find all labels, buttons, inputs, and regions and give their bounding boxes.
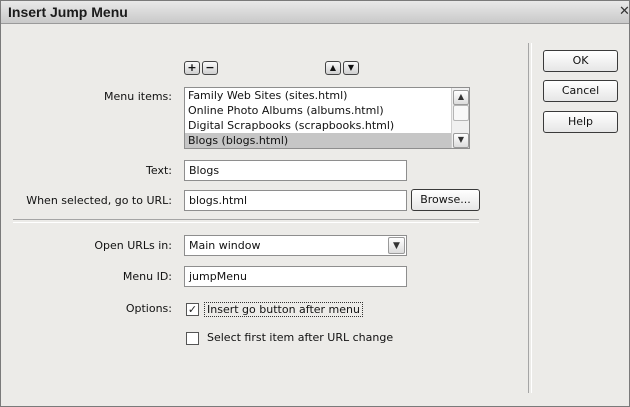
chevron-down-icon[interactable]: ▼	[388, 237, 405, 254]
divider	[13, 219, 479, 223]
add-item-button[interactable]: +	[184, 61, 200, 75]
menu-id-input[interactable]: jumpMenu	[184, 266, 407, 287]
dialog-title: Insert Jump Menu	[8, 4, 128, 20]
text-label: Text:	[146, 164, 172, 177]
go-button-checkbox[interactable]: ✓	[186, 303, 199, 316]
arrow-down-icon: ▼	[347, 63, 355, 72]
scroll-up-icon[interactable]: ▲	[453, 90, 469, 105]
vertical-divider	[528, 43, 532, 393]
url-input[interactable]: blogs.html	[184, 190, 407, 211]
text-input[interactable]: Blogs	[184, 160, 407, 181]
cancel-button[interactable]: Cancel	[543, 80, 618, 102]
list-item[interactable]: Online Photo Albums (albums.html)	[185, 103, 469, 118]
arrow-up-icon: ▲	[329, 63, 337, 72]
select-first-checkbox[interactable]	[186, 332, 199, 345]
title-bar: Insert Jump Menu ✕	[1, 1, 629, 24]
list-item[interactable]: Blogs (blogs.html)	[185, 133, 469, 148]
help-button[interactable]: Help	[543, 111, 618, 133]
select-first-checkbox-label[interactable]: Select first item after URL change	[207, 331, 393, 344]
open-urls-label: Open URLs in:	[94, 239, 172, 252]
open-urls-value: Main window	[189, 239, 261, 252]
list-scrollbar[interactable]: ▲ ▼	[451, 88, 469, 148]
minus-icon: −	[205, 61, 215, 74]
url-label: When selected, go to URL:	[26, 194, 172, 207]
open-urls-select[interactable]: Main window ▼	[184, 235, 407, 256]
scroll-thumb[interactable]	[453, 105, 469, 121]
insert-jump-menu-dialog: Insert Jump Menu ✕ + − ▲ ▼ Menu items: F…	[0, 0, 630, 407]
close-icon[interactable]: ✕	[619, 3, 629, 21]
list-item[interactable]: Family Web Sites (sites.html)	[185, 88, 469, 103]
options-label: Options:	[125, 302, 172, 315]
scroll-down-icon[interactable]: ▼	[453, 133, 469, 148]
menu-items-label: Menu items:	[104, 90, 172, 103]
menu-id-label: Menu ID:	[122, 270, 172, 283]
ok-button[interactable]: OK	[543, 50, 618, 72]
move-up-button[interactable]: ▲	[325, 61, 341, 75]
move-down-button[interactable]: ▼	[343, 61, 359, 75]
go-button-checkbox-label[interactable]: Insert go button after menu	[204, 302, 363, 317]
remove-item-button[interactable]: −	[202, 61, 218, 75]
list-item[interactable]: Digital Scrapbooks (scrapbooks.html)	[185, 118, 469, 133]
browse-button[interactable]: Browse...	[411, 189, 480, 211]
plus-icon: +	[187, 61, 197, 74]
menu-items-list[interactable]: Family Web Sites (sites.html) Online Phot…	[184, 87, 470, 149]
